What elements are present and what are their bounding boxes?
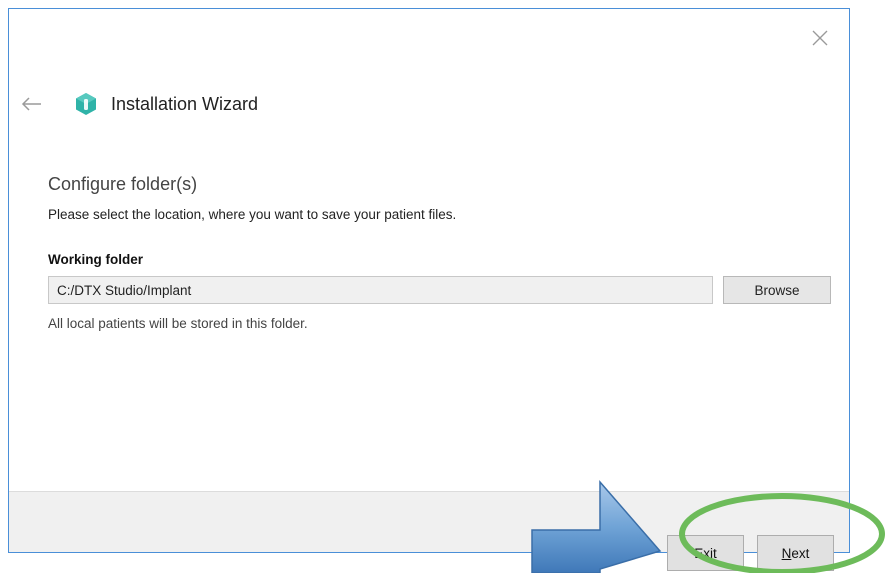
step-description: Please select the location, where you wa… [48, 207, 457, 222]
wizard-title: Installation Wizard [111, 93, 259, 114]
working-folder-row: Browse [48, 276, 838, 304]
installation-wizard-window: Installation Wizard Configure folder(s) … [8, 8, 850, 553]
next-button[interactable]: Next [757, 535, 834, 571]
working-folder-input[interactable] [48, 276, 713, 304]
step-title: Configure folder(s) [48, 174, 198, 194]
exit-button[interactable]: Exit [667, 535, 744, 571]
configure-folder-step: Configure folder(s) Please select the lo… [48, 174, 838, 331]
back-arrow-icon[interactable] [21, 94, 47, 114]
screenshot-stage: Installation Wizard Configure folder(s) … [0, 0, 890, 573]
working-folder-help: All local patients will be stored in thi… [48, 316, 308, 331]
close-icon[interactable] [809, 27, 831, 49]
browse-button[interactable]: Browse [723, 276, 831, 304]
working-folder-label: Working folder [48, 252, 144, 267]
next-label-rest: ext [791, 545, 810, 561]
app-logo-icon [75, 92, 97, 116]
wizard-header: Installation Wizard [21, 89, 258, 119]
next-mnemonic: N [781, 545, 792, 561]
